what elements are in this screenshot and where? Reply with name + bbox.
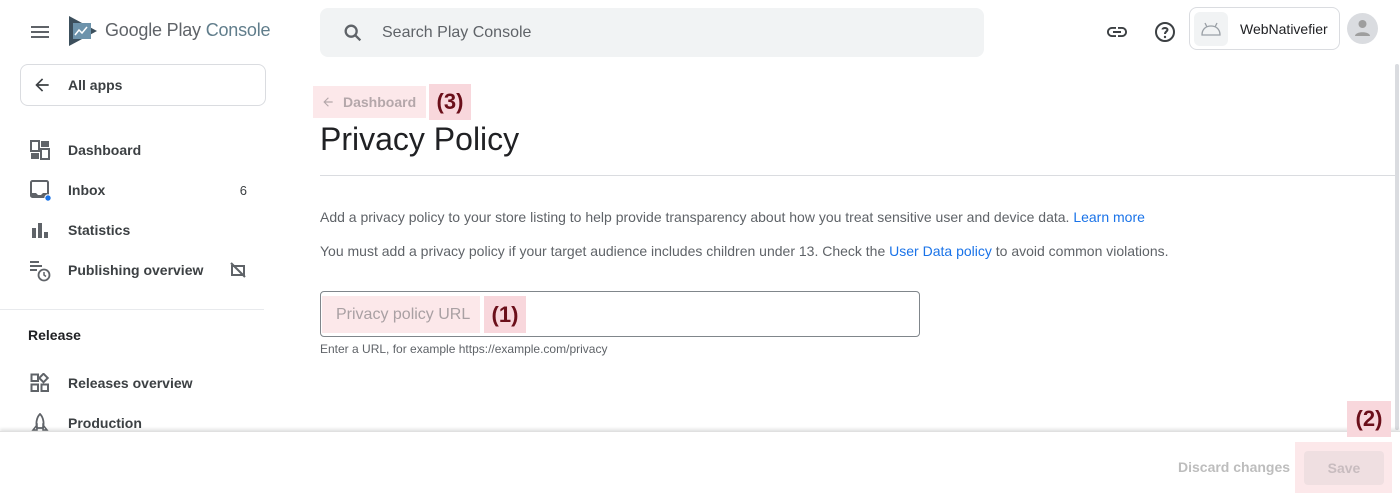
user-avatar[interactable] bbox=[1347, 13, 1378, 44]
sidebar-item-label: Dashboard bbox=[68, 142, 142, 158]
help-icon[interactable] bbox=[1153, 20, 1177, 44]
url-helper-text: Enter a URL, for example https://example… bbox=[320, 342, 608, 356]
sidebar: Google Play Console All apps Dashboard I… bbox=[0, 0, 271, 500]
page-title: Privacy Policy bbox=[320, 121, 520, 157]
sidebar-item-releases-overview[interactable]: Releases overview bbox=[0, 363, 264, 403]
android-icon bbox=[1201, 22, 1221, 36]
arrow-back-icon bbox=[323, 97, 333, 107]
dashboard-icon bbox=[30, 140, 50, 160]
developer-account-chip[interactable]: WebNativefier bbox=[1189, 7, 1340, 50]
rocket-icon bbox=[31, 413, 49, 431]
link-icon[interactable] bbox=[1105, 20, 1129, 44]
all-apps-button[interactable]: All apps bbox=[20, 64, 266, 106]
play-console-app: Google Play Console All apps Dashboard I… bbox=[0, 0, 1400, 500]
annotation-label-2: (2) bbox=[1347, 401, 1391, 437]
title-divider bbox=[320, 175, 1398, 176]
save-button-highlight: Save bbox=[1295, 442, 1392, 493]
sidebar-item-label: Inbox bbox=[68, 182, 106, 198]
annotation-label-3: (3) bbox=[429, 84, 471, 120]
play-console-logo-icon bbox=[69, 16, 97, 46]
privacy-policy-url-field: Privacy policy URL (1) bbox=[320, 291, 920, 337]
sidebar-item-publishing-overview[interactable]: Publishing overview bbox=[0, 250, 264, 290]
sidebar-item-label: Releases overview bbox=[68, 375, 193, 391]
search-input[interactable] bbox=[382, 23, 942, 42]
description-text: Add a privacy policy to your store listi… bbox=[320, 209, 1070, 225]
all-apps-label: All apps bbox=[68, 77, 123, 93]
breadcrumb-back-dashboard[interactable]: Dashboard bbox=[313, 86, 427, 118]
requirement-text-end: to avoid common violations. bbox=[995, 243, 1169, 259]
sidebar-item-inbox[interactable]: Inbox 6 bbox=[0, 170, 264, 210]
description-paragraph: Add a privacy policy to your store listi… bbox=[320, 209, 1145, 225]
action-footer: Discard changes Save bbox=[0, 431, 1400, 500]
inbox-count-badge: 6 bbox=[239, 182, 247, 198]
requirement-text: You must add a privacy policy if your ta… bbox=[320, 243, 886, 259]
section-title-release: Release bbox=[28, 327, 81, 343]
brand-name: Google Play Console bbox=[105, 20, 271, 41]
app-icon-placeholder bbox=[1194, 11, 1228, 46]
hamburger-menu-icon[interactable] bbox=[28, 20, 52, 44]
publishing-overview-icon bbox=[30, 261, 51, 282]
requirement-paragraph: You must add a privacy policy if your ta… bbox=[320, 243, 1169, 259]
sidebar-item-statistics[interactable]: Statistics bbox=[0, 210, 264, 250]
sync-disabled-icon bbox=[230, 262, 246, 278]
developer-name: WebNativefier bbox=[1240, 20, 1328, 37]
main-scrollbar[interactable] bbox=[1395, 64, 1399, 430]
search-icon bbox=[344, 24, 362, 41]
sidebar-item-dashboard[interactable]: Dashboard bbox=[0, 130, 264, 170]
sidebar-item-label: Publishing overview bbox=[68, 262, 204, 278]
discard-changes-button[interactable]: Discard changes bbox=[1178, 459, 1290, 475]
user-data-policy-link[interactable]: User Data policy bbox=[889, 243, 992, 259]
breadcrumb-label: Dashboard bbox=[343, 94, 417, 110]
inbox-icon bbox=[30, 180, 52, 202]
brand-console: Console bbox=[205, 20, 271, 40]
search-bar[interactable] bbox=[320, 8, 984, 57]
bar-chart-icon bbox=[32, 223, 48, 238]
learn-more-link[interactable]: Learn more bbox=[1073, 209, 1145, 225]
person-icon bbox=[1355, 20, 1370, 36]
arrow-back-icon bbox=[35, 78, 49, 92]
releases-overview-icon bbox=[30, 373, 50, 392]
save-button[interactable]: Save bbox=[1304, 451, 1384, 485]
sidebar-item-label: Production bbox=[68, 415, 142, 431]
sidebar-divider bbox=[0, 309, 264, 310]
privacy-policy-url-input[interactable] bbox=[321, 292, 919, 336]
brand-google-play: Google Play bbox=[105, 20, 201, 40]
sidebar-item-label: Statistics bbox=[68, 222, 131, 238]
brand-bar: Google Play Console bbox=[0, 0, 271, 64]
